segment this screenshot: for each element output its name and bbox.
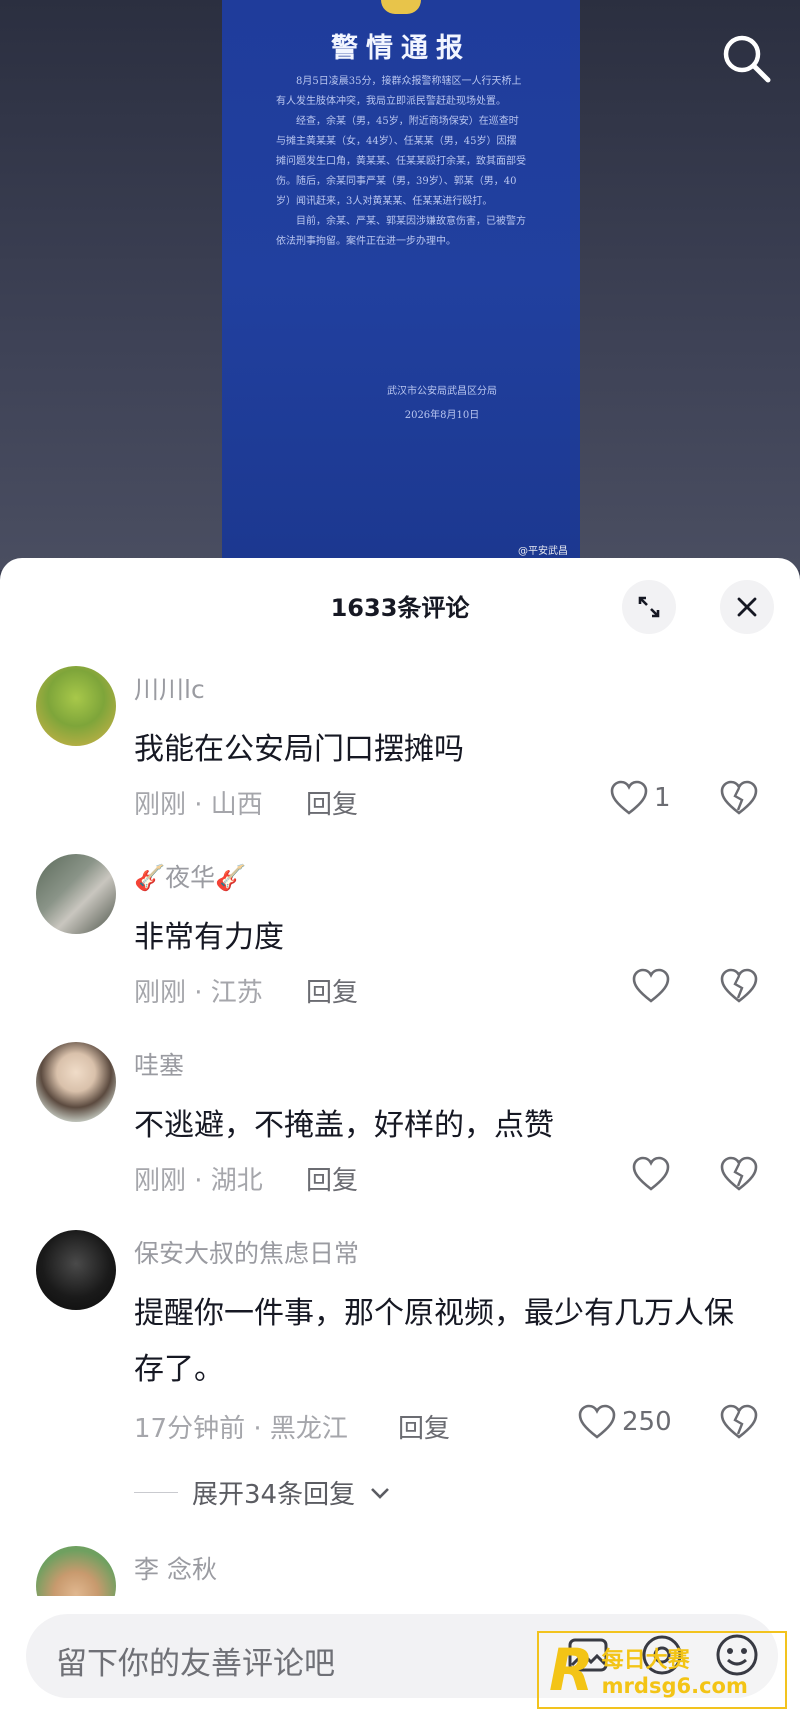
broken-heart-icon xyxy=(720,1404,758,1439)
notice-date: 2026年8月10日 xyxy=(404,410,480,421)
close-button[interactable] xyxy=(720,580,774,634)
notice-body: 8月5日凌晨35分，接群众报警称辖区一人行天桥上有人发生肢体冲突，我局立即派民警… xyxy=(276,72,526,252)
comment-time-location: 刚刚 · 江苏 xyxy=(134,978,263,1008)
comment-username[interactable]: 哇塞 xyxy=(134,1046,184,1082)
expand-replies-button[interactable]: 展开34条回复 xyxy=(134,1474,391,1511)
notice-paragraph: 8月5日凌晨35分，接群众报警称辖区一人行天桥上有人发生肢体冲突，我局立即派民警… xyxy=(276,76,522,107)
comment-username[interactable]: 🎸夜华🎸 xyxy=(134,858,246,894)
broken-heart-icon xyxy=(720,968,758,1003)
notice-org: 武汉市公安局武昌区分局 xyxy=(387,386,497,397)
video-source-label: @平安武昌 xyxy=(518,546,568,557)
dislike-button[interactable] xyxy=(720,1156,758,1196)
comment-text[interactable]: 我能在公安局门口摆摊吗 xyxy=(134,722,754,778)
site-watermark-logo: R 每日大赛 mrdsg6.com xyxy=(537,1631,787,1709)
expand-icon xyxy=(638,596,660,618)
heart-icon xyxy=(632,1156,670,1191)
police-notice-image: 警情通报 8月5日凌晨35分，接群众报警称辖区一人行天桥上有人发生肢体冲突，我局… xyxy=(222,0,580,560)
expand-replies-label: 展开34条回复 xyxy=(192,1480,356,1510)
comment-text[interactable]: 非常有力度 xyxy=(134,910,754,966)
like-count: 250 xyxy=(622,1407,672,1437)
dislike-button[interactable] xyxy=(720,1404,758,1444)
reply-button[interactable]: 回复 xyxy=(306,972,358,1009)
search-icon xyxy=(723,35,771,83)
dislike-button[interactable] xyxy=(720,968,758,1008)
broken-heart-icon xyxy=(720,780,758,815)
like-button[interactable] xyxy=(632,1156,670,1192)
comment-username[interactable]: 李 念秋 xyxy=(134,1550,217,1586)
police-badge-icon xyxy=(381,0,421,14)
search-button[interactable] xyxy=(718,30,774,86)
comments-header: 1633条评论 xyxy=(0,558,800,650)
avatar[interactable] xyxy=(36,666,116,746)
notice-title: 警情通报 xyxy=(331,33,471,64)
watermark-text: 每日大赛 mrdsg6.com xyxy=(602,1642,748,1698)
avatar[interactable] xyxy=(36,1042,116,1122)
avatar[interactable] xyxy=(36,854,116,934)
like-count: 1 xyxy=(654,783,671,813)
comment-username[interactable]: 保安大叔的焦虑日常 xyxy=(134,1234,359,1270)
comment-count-title: 1633条评论 xyxy=(330,594,470,622)
heart-icon xyxy=(610,780,648,815)
video-player[interactable]: 警情通报 8月5日凌晨35分，接群众报警称辖区一人行天桥上有人发生肢体冲突，我局… xyxy=(0,0,800,570)
comment-item: 李 念秋 xyxy=(0,1546,800,1596)
like-button[interactable]: 250 xyxy=(578,1404,672,1440)
comment-text[interactable]: 不逃避，不掩盖，好样的，点赞 xyxy=(134,1098,754,1154)
like-button[interactable]: 1 xyxy=(610,780,671,816)
avatar[interactable] xyxy=(36,1546,116,1596)
notice-signature: 武汉市公安局武昌区分局 2026年8月10日 xyxy=(342,380,542,428)
reply-button[interactable]: 回复 xyxy=(306,1160,358,1197)
expand-sheet-button[interactable] xyxy=(622,580,676,634)
comment-input-placeholder: 留下你的友善评论吧 xyxy=(56,1646,335,1682)
chevron-down-icon xyxy=(371,1487,390,1499)
notice-paragraph: 目前，余某、严某、郭某因涉嫌故意伤害，已被警方依法刑事拘留。案件正在进一步办理中… xyxy=(276,216,526,247)
divider-line xyxy=(134,1492,178,1493)
comment-time-location: 刚刚 · 山西 xyxy=(134,790,263,820)
like-button[interactable] xyxy=(632,968,670,1004)
reply-button[interactable]: 回复 xyxy=(398,1408,450,1445)
dislike-button[interactable] xyxy=(720,780,758,820)
watermark-url: mrdsg6.com xyxy=(601,1674,748,1698)
avatar[interactable] xyxy=(36,1230,116,1310)
comment-time-location: 17分钟前 · 黑龙江 xyxy=(134,1414,348,1444)
watermark-logo-letter: R xyxy=(549,1636,594,1704)
comment-time-location: 刚刚 · 湖北 xyxy=(134,1166,263,1196)
heart-icon xyxy=(578,1404,616,1439)
comment-text[interactable]: 提醒你一件事，那个原视频，最少有几万人保存了。 xyxy=(134,1286,754,1398)
notice-paragraph: 经查，余某（男，45岁，附近商场保安）在巡查时与摊主黄某某（女，44岁）、任某某… xyxy=(276,116,526,207)
heart-icon xyxy=(632,968,670,1003)
watermark-name: 每日大赛 xyxy=(601,1648,690,1673)
broken-heart-icon xyxy=(720,1156,758,1191)
reply-button[interactable]: 回复 xyxy=(306,784,358,821)
close-icon xyxy=(737,597,757,617)
comment-username[interactable]: 川川lc xyxy=(134,670,205,706)
